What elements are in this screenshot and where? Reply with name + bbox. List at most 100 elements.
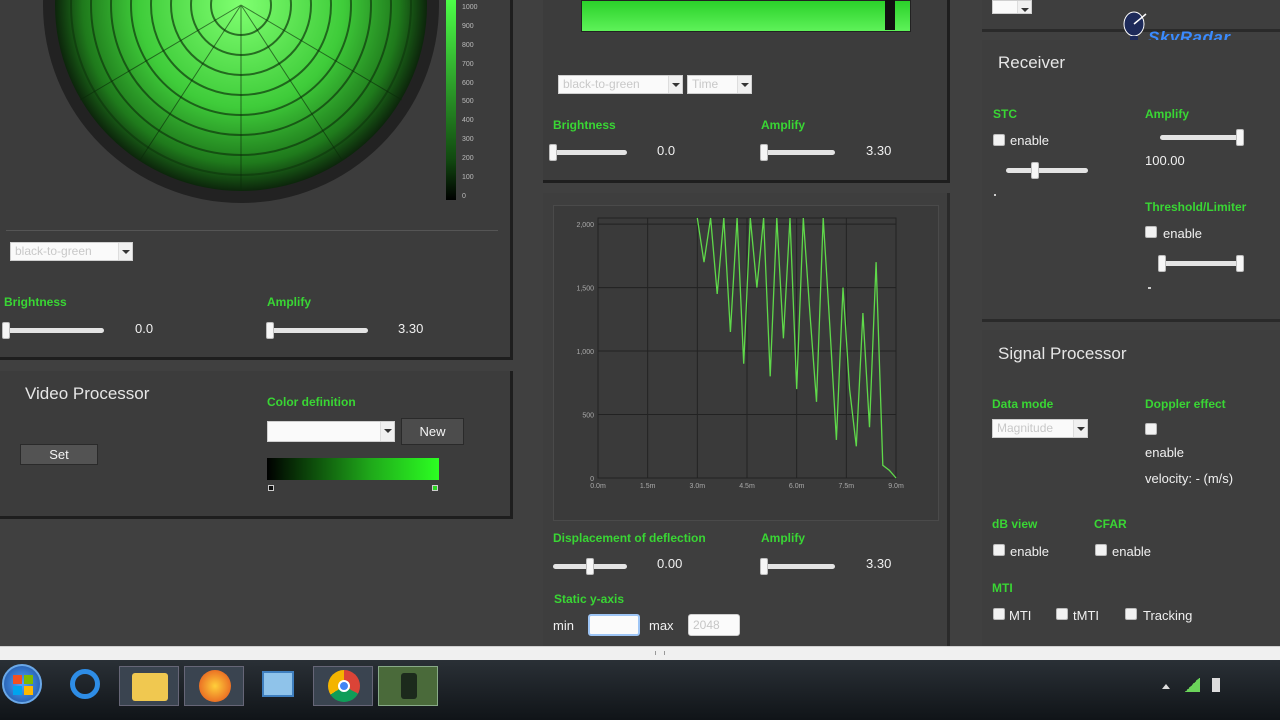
- color-definition-select[interactable]: [267, 421, 395, 442]
- start-button[interactable]: [2, 664, 42, 704]
- slider-track: [760, 150, 835, 155]
- y-tick-label: 1,500: [576, 286, 594, 293]
- ppi-palette-select-value: black-to-green: [15, 244, 92, 258]
- right-top-select[interactable]: [992, 0, 1032, 14]
- new-color-button[interactable]: New: [401, 418, 464, 445]
- slider-thumb[interactable]: [760, 144, 768, 161]
- ppi-palette-select[interactable]: black-to-green: [10, 242, 133, 261]
- file-explorer-icon[interactable]: [119, 666, 179, 706]
- displacement-value: 0.00: [657, 556, 683, 571]
- colorbar-tick: 500: [462, 98, 474, 106]
- colorbar-tick: 800: [462, 41, 474, 49]
- stc-slider[interactable]: [1006, 162, 1088, 179]
- y-min-input[interactable]: [588, 614, 640, 636]
- a-scope-panel: 2,000 1,500 1,000 500 0 0.0m 1.5m 3.0m 4.5m 6.0m 7…: [543, 193, 950, 646]
- receiver-amplify-label: Amplify: [1145, 107, 1190, 121]
- slider-thumb[interactable]: [1031, 162, 1039, 179]
- x-tick-label: 0.0m: [590, 483, 606, 490]
- signal-processor-panel: Signal Processor Data mode Magnitude Dop…: [982, 330, 1280, 646]
- slider-thumb[interactable]: [549, 144, 557, 161]
- gradient-stop-handle-right[interactable]: [432, 485, 438, 491]
- ppi-brightness-slider[interactable]: [2, 322, 104, 339]
- tray-expand-icon[interactable]: [1162, 684, 1170, 689]
- range-profile-panel: black-to-green Time Brightness 0.0 Ampli…: [543, 0, 950, 183]
- mti-option-label: MTI: [1009, 608, 1032, 623]
- a-scope-chart: 2,000 1,500 1,000 500 00.0m 1.5m 3.0m 4.5m 6.0m 7…: [553, 205, 939, 521]
- set-button[interactable]: Set: [20, 444, 98, 465]
- displacement-label: Displacement of deflection: [553, 531, 706, 545]
- top-mode-select-value: Time: [692, 77, 719, 91]
- y-tick-label: 500: [582, 413, 594, 420]
- x-tick-label: 6.0m: [789, 483, 805, 490]
- mti-checkbox[interactable]: [993, 608, 1005, 620]
- ppi-amplify-slider[interactable]: [266, 322, 368, 339]
- cfar-enable-checkbox[interactable]: [1095, 544, 1107, 556]
- slider-thumb[interactable]: [1158, 255, 1166, 272]
- radar-app-icon[interactable]: [378, 666, 438, 706]
- receiver-amplify-value: 100.00: [1145, 153, 1185, 168]
- displacement-slider[interactable]: [553, 558, 627, 575]
- y-max-input[interactable]: 2048: [688, 614, 740, 636]
- colorbar-tick: 200: [462, 155, 474, 163]
- slider-track: [760, 564, 835, 569]
- chrome-icon[interactable]: [313, 666, 373, 706]
- x-tick-label: 1.5m: [640, 483, 656, 490]
- slider-thumb-max[interactable]: [1236, 255, 1244, 272]
- top-amplify-slider[interactable]: [760, 144, 835, 161]
- static-y-axis-label: Static y-axis: [554, 592, 625, 606]
- network-icon[interactable]: [1184, 678, 1200, 692]
- tray-clock[interactable]: [1244, 668, 1280, 702]
- ppi-panel: 1000 900 800 700 600 500 400 300 200 100…: [0, 0, 513, 360]
- cfar-enable-label: enable: [1112, 544, 1152, 559]
- y-tick-label: 2,000: [576, 222, 594, 229]
- doppler-enable-checkbox[interactable]: [1145, 423, 1157, 435]
- receiver-amplify-slider[interactable]: [1160, 129, 1244, 146]
- internet-explorer-icon[interactable]: [56, 666, 116, 706]
- stc-enable-checkbox[interactable]: [993, 134, 1005, 146]
- slider-thumb[interactable]: [1236, 129, 1244, 146]
- bottom-amplify-value: 3.30: [866, 556, 892, 571]
- color-definition-label: Color definition: [267, 395, 356, 409]
- slider-thumb[interactable]: [2, 322, 10, 339]
- slider-thumb[interactable]: [760, 558, 768, 575]
- y-tick-label: 1,000: [576, 349, 594, 356]
- ppi-brightness-value: 0.0: [135, 321, 154, 336]
- ppi-amplify-value: 3.30: [398, 321, 424, 336]
- data-mode-select[interactable]: Magnitude: [992, 419, 1088, 438]
- range-histogram: [581, 0, 911, 32]
- color-gradient-preview: [267, 458, 439, 480]
- bottom-amplify-slider[interactable]: [760, 558, 835, 575]
- x-tick-label: 9.0m: [888, 483, 904, 490]
- ppi-radar-display: [43, 0, 439, 203]
- colorbar-tick: 400: [462, 117, 474, 125]
- db-view-enable-checkbox[interactable]: [993, 544, 1005, 556]
- stc-enable-label: enable: [1010, 133, 1050, 148]
- top-palette-select[interactable]: black-to-green: [558, 75, 683, 94]
- tmti-checkbox[interactable]: [1056, 608, 1068, 620]
- slider-track: [1160, 135, 1244, 140]
- slider-track: [1158, 261, 1244, 266]
- threshold-slider[interactable]: [1158, 255, 1244, 272]
- slider-thumb[interactable]: [266, 322, 274, 339]
- top-brightness-slider[interactable]: [549, 144, 627, 161]
- x-tick-label: 3.0m: [690, 483, 706, 490]
- doppler-enable-label: enable: [1145, 445, 1185, 460]
- horizontal-scrollbar[interactable]: [0, 646, 1280, 660]
- tracking-checkbox[interactable]: [1125, 608, 1137, 620]
- threshold-enable-checkbox[interactable]: [1145, 226, 1157, 238]
- top-brightness-value: 0.0: [657, 143, 676, 158]
- scrollbar-grip[interactable]: [655, 651, 665, 655]
- threshold-enable-label: enable: [1163, 226, 1203, 241]
- slider-thumb[interactable]: [586, 558, 594, 575]
- colorbar-tick: 100: [462, 174, 474, 182]
- bottom-amplify-label: Amplify: [761, 531, 806, 545]
- top-mode-select[interactable]: Time: [687, 75, 752, 94]
- gradient-stop-handle-left[interactable]: [268, 485, 274, 491]
- ppi-brightness-label: Brightness: [4, 295, 67, 309]
- battery-icon[interactable]: [1212, 678, 1220, 692]
- colorbar-tick: 900: [462, 22, 474, 30]
- chevron-down-icon: [1017, 1, 1031, 13]
- firefox-icon[interactable]: [184, 666, 244, 706]
- colorbar-tick: 0: [462, 192, 466, 200]
- control-panel-icon[interactable]: [248, 666, 308, 706]
